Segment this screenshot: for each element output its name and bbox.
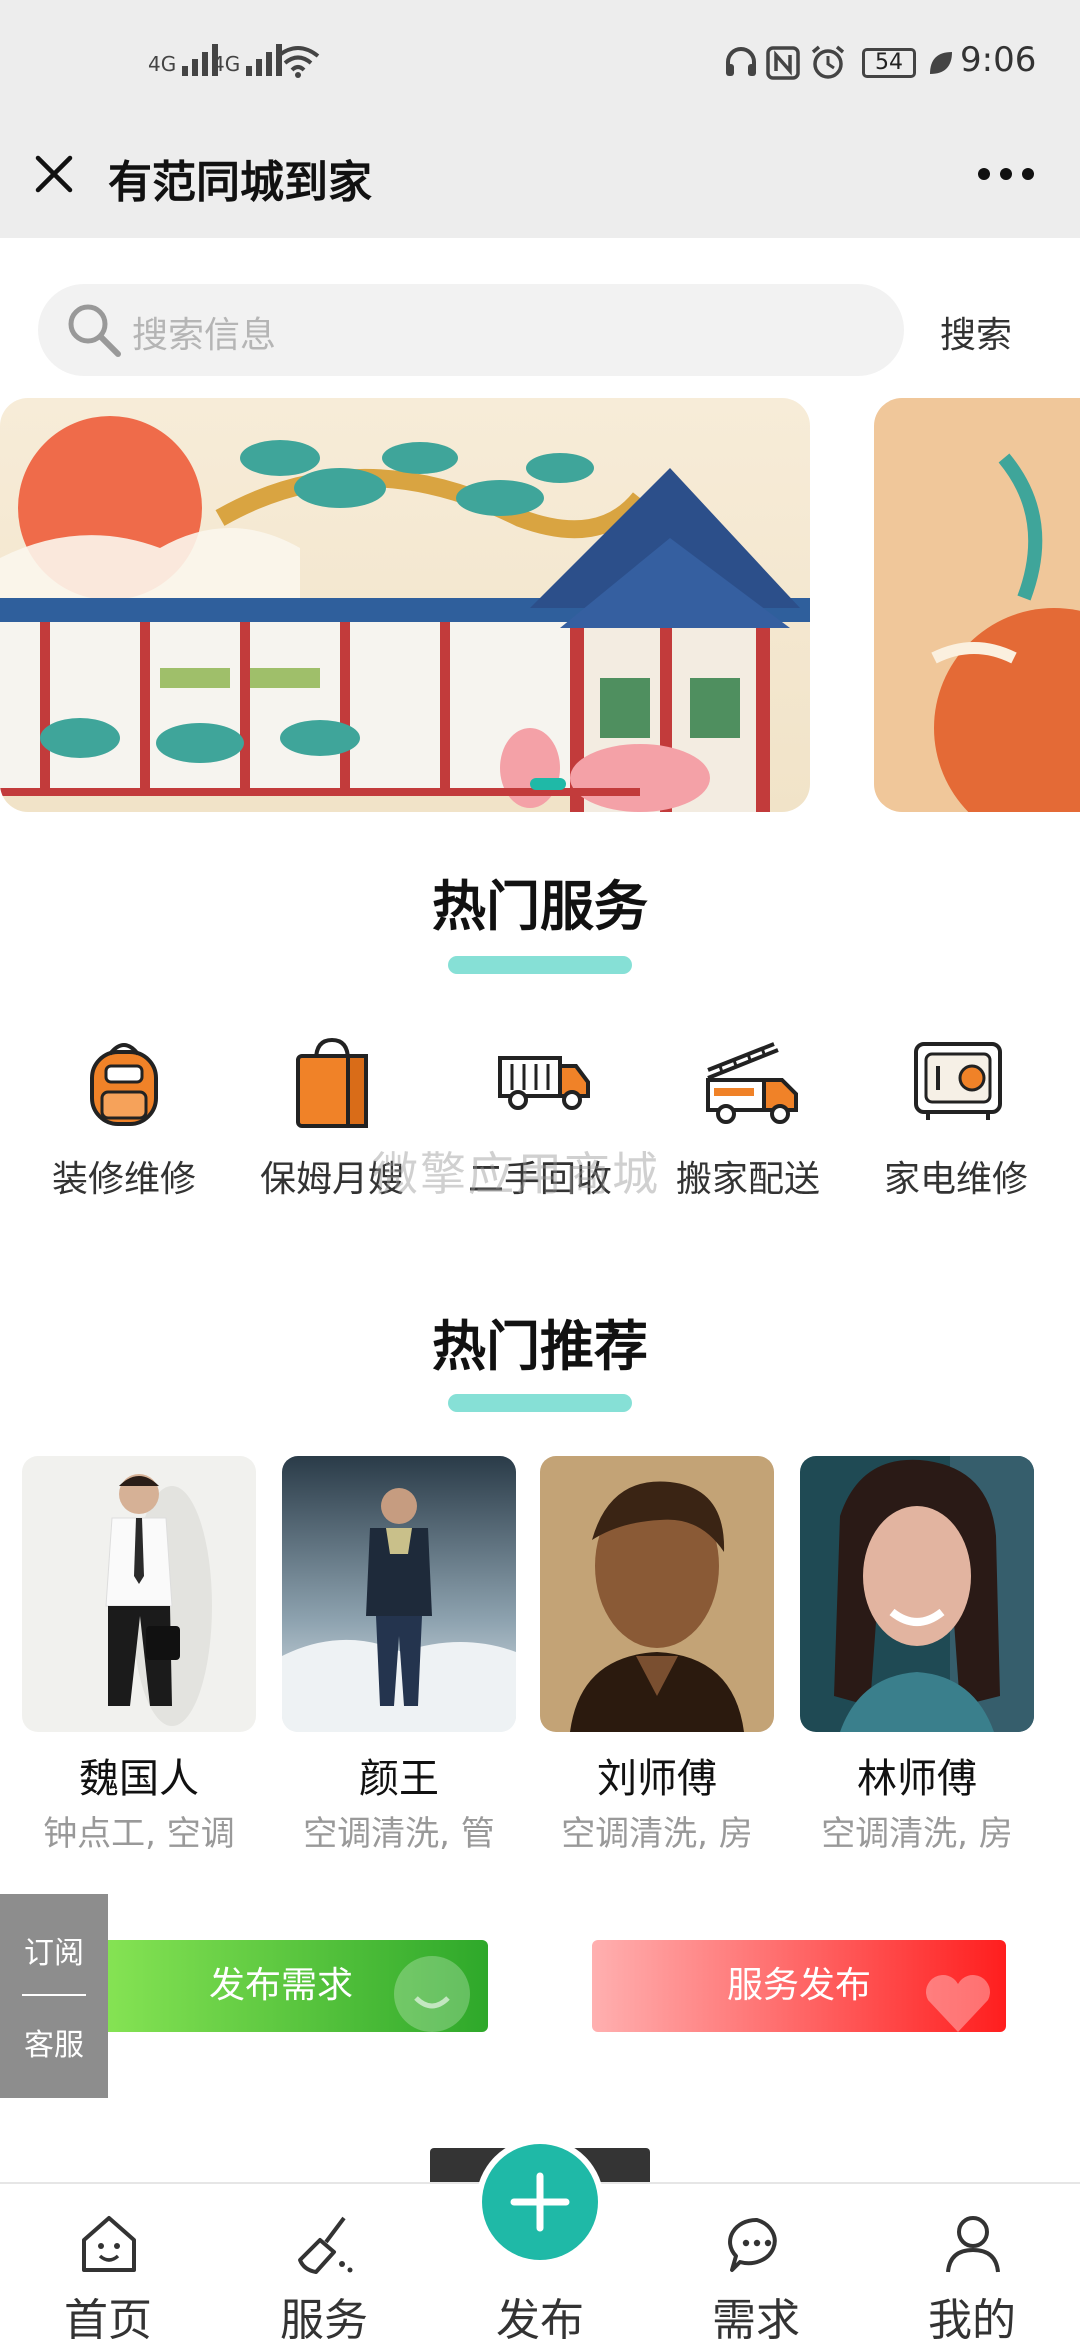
person-skills: 空调清洗, 房 bbox=[561, 1814, 753, 1854]
publish-service-button[interactable]: 服务发布 bbox=[592, 1940, 1006, 2032]
nfc-icon bbox=[766, 46, 800, 80]
alarm-icon bbox=[811, 45, 845, 79]
search-placeholder: 搜索信息 bbox=[132, 315, 277, 356]
signal-4g-2: 4G bbox=[212, 42, 283, 76]
service-label: 搬家配送 bbox=[675, 1159, 820, 1200]
person-card[interactable]: 颜王 空调清洗, 管 bbox=[282, 1456, 516, 1854]
top-bar: 4G 4G 54 9:06 有范同城到家 bbox=[0, 0, 1080, 238]
person-skills: 空调清洗, 管 bbox=[303, 1814, 495, 1854]
signal-4g-1: 4G bbox=[148, 42, 219, 76]
search-icon bbox=[68, 304, 121, 357]
section-underline bbox=[448, 1394, 632, 1412]
service-item-moving[interactable]: 搬家配送 bbox=[664, 1036, 832, 1226]
side-floating-tab[interactable]: 订阅 客服 bbox=[0, 1894, 108, 2098]
tab-services[interactable]: 服务 bbox=[216, 2184, 432, 2346]
truck-icon bbox=[498, 1056, 590, 1110]
battery-indicator: 54 bbox=[862, 48, 916, 78]
banner-pavilion[interactable] bbox=[0, 398, 810, 812]
tab-label: 我的 bbox=[928, 2295, 1016, 2346]
person-card[interactable]: 刘师傅 空调清洗, 房 bbox=[540, 1456, 774, 1854]
banner-next[interactable] bbox=[874, 398, 1080, 812]
service-label: 家电维修 bbox=[883, 1159, 1028, 1200]
ladder-truck-icon bbox=[706, 1042, 798, 1124]
backpack-icon bbox=[90, 1043, 158, 1126]
tab-label: 需求 bbox=[712, 2295, 800, 2346]
search-button[interactable]: 搜索 bbox=[940, 306, 1012, 358]
customer-service-link[interactable]: 客服 bbox=[0, 2020, 108, 2064]
broom-icon bbox=[298, 2216, 353, 2274]
shopping-bag-icon bbox=[296, 1037, 368, 1128]
section-underline bbox=[448, 956, 632, 974]
person-name: 刘师傅 bbox=[597, 1756, 717, 1802]
home-icon bbox=[82, 2216, 136, 2272]
publish-service-label: 服务发布 bbox=[726, 1965, 871, 2006]
service-item-appliance[interactable]: 家电维修 bbox=[872, 1036, 1040, 1226]
safe-icon bbox=[914, 1042, 1002, 1120]
wifi-icon bbox=[276, 46, 320, 78]
hot-services-title: 热门服务 bbox=[432, 875, 648, 938]
person-skills: 空调清洗, 房 bbox=[821, 1814, 1013, 1854]
page-title: 有范同城到家 bbox=[108, 157, 372, 208]
hot-recommend-title: 热门推荐 bbox=[432, 1315, 648, 1378]
publish-demand-button[interactable]: 发布需求 bbox=[74, 1940, 488, 2032]
leaf-icon bbox=[930, 52, 952, 74]
tab-home[interactable]: 首页 bbox=[0, 2184, 216, 2346]
subscribe-link[interactable]: 订阅 bbox=[0, 1928, 108, 1972]
banner-illustration bbox=[0, 398, 810, 812]
tab-demands[interactable]: 需求 bbox=[648, 2184, 864, 2346]
service-label: 装修维修 bbox=[51, 1159, 196, 1200]
more-icon[interactable] bbox=[976, 166, 1036, 182]
headset-icon bbox=[726, 47, 756, 76]
service-item-renovation[interactable]: 装修维修 bbox=[40, 1036, 208, 1226]
person-card[interactable]: 魏国人 钟点工, 空调 bbox=[22, 1456, 256, 1854]
tab-label: 首页 bbox=[64, 2295, 152, 2346]
person-name: 林师傅 bbox=[857, 1756, 977, 1802]
publish-demand-label: 发布需求 bbox=[208, 1965, 353, 2006]
close-icon[interactable] bbox=[32, 152, 76, 196]
person-name: 颜王 bbox=[359, 1756, 439, 1802]
person-name: 魏国人 bbox=[79, 1756, 199, 1802]
person-skills: 钟点工, 空调 bbox=[43, 1814, 235, 1854]
person-card[interactable]: 林师傅 空调清洗, 房 bbox=[800, 1456, 1034, 1854]
avatar bbox=[540, 1456, 774, 1732]
avatar bbox=[282, 1456, 516, 1732]
publish-fab-button[interactable] bbox=[482, 2144, 598, 2260]
avatar bbox=[800, 1456, 1034, 1732]
tab-label: 发布 bbox=[496, 2295, 584, 2346]
plus-icon bbox=[510, 2172, 570, 2232]
user-icon bbox=[946, 2216, 1000, 2273]
tab-label: 服务 bbox=[280, 2295, 368, 2346]
side-tab-divider bbox=[22, 1994, 86, 1996]
avatar bbox=[22, 1456, 256, 1732]
watermark: 微擎应用商城 bbox=[372, 1147, 660, 1201]
clock: 9:06 bbox=[960, 40, 1037, 80]
smile-icon bbox=[394, 1956, 470, 2032]
chat-bubble-icon bbox=[728, 2217, 777, 2272]
banner-next-illustration bbox=[874, 398, 1080, 812]
heart-icon bbox=[926, 1975, 990, 2032]
tab-profile[interactable]: 我的 bbox=[864, 2184, 1080, 2346]
